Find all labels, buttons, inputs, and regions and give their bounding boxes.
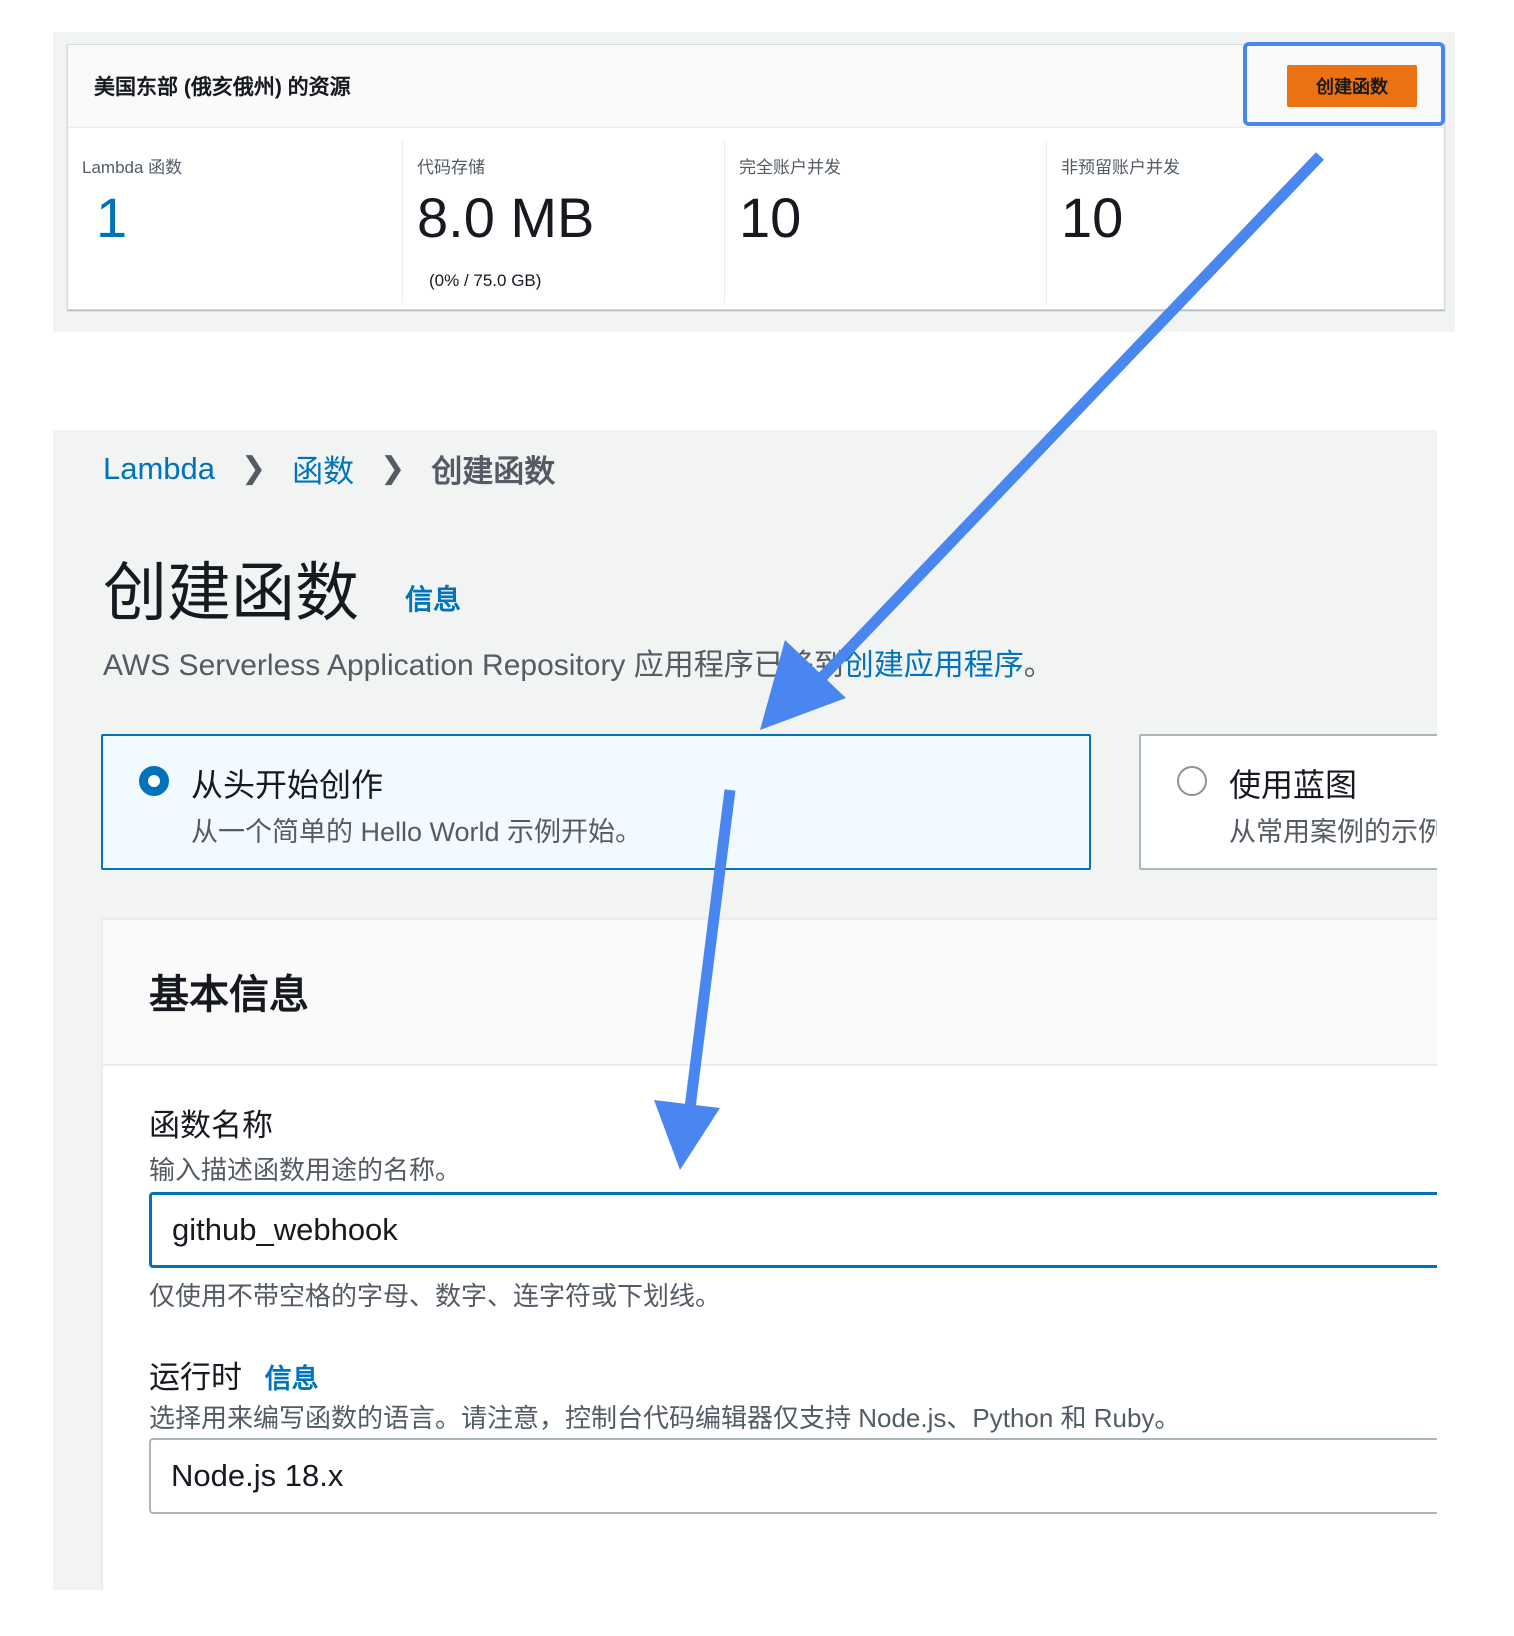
resources-title: 美国东部 (俄亥俄州) 的资源 [94,76,351,99]
basic-info-panel: 基本信息 函数名称 输入描述函数用途的名称。 github_webhook 仅使… [101,918,1437,1590]
runtime-label: 运行时 信息 [149,1352,319,1397]
notice-end: 。 [1023,649,1054,682]
option-desc: 从一个简单的 Hello World 示例开始。 [191,817,643,847]
metric-value: 10 [1061,186,1124,249]
metric-value: 10 [739,186,802,249]
breadcrumb-functions[interactable]: 函数 [292,446,354,491]
runtime-desc: 选择用来编写函数的语言。请注意，控制台代码编辑器仅支持 Node.js、Pyth… [149,1403,1181,1433]
metric-subtext: (0% / 75.0 GB) [429,271,542,290]
resources-card: 美国东部 (俄亥俄州) 的资源 创建函数 Lambda 函数 1 代码存储 8.… [67,44,1445,310]
radio-selected-icon[interactable] [139,766,169,796]
resources-header: 美国东部 (俄亥俄州) 的资源 创建函数 [68,45,1444,128]
create-function-page: Lambda ❯ 函数 ❯ 创建函数 创建函数 信息 AWS Serverles… [53,430,1437,1590]
notice-text: AWS Serverless Application Repository 应用… [103,640,1054,684]
breadcrumb-current: 创建函数 [431,454,556,489]
metric-value-link[interactable]: 1 [96,185,127,250]
chevron-right-icon: ❯ [241,452,267,485]
notice-body: AWS Serverless Application Repository 应用… [103,649,844,682]
metric-lambda-functions: Lambda 函数 1 [68,141,388,303]
metric-label: 完全账户并发 [739,158,841,177]
option-use-blueprint[interactable]: 使用蓝图 从常用案例的示例 [1139,734,1437,870]
metric-label: 非预留账户并发 [1061,158,1180,177]
runtime-label-text: 运行时 [149,1360,242,1395]
basic-info-header: 基本信息 [103,920,1437,1066]
option-author-from-scratch[interactable]: 从头开始创作 从一个简单的 Hello World 示例开始。 [101,734,1091,870]
function-name-input[interactable]: github_webhook [149,1192,1437,1268]
metric-code-storage: 代码存储 8.0 MB (0% / 75.0 GB) [402,141,723,303]
function-name-label: 函数名称 [149,1108,273,1143]
breadcrumb-lambda[interactable]: Lambda [103,451,215,487]
highlight-box [1243,42,1445,126]
option-title: 使用蓝图 [1229,767,1358,803]
option-desc: 从常用案例的示例 [1229,817,1437,847]
page-title: 创建函数 [103,557,359,629]
function-name-desc: 输入描述函数用途的名称。 [149,1155,462,1185]
radio-unselected-icon[interactable] [1177,766,1207,796]
create-application-link[interactable]: 创建应用程序 [844,649,1024,682]
option-title: 从头开始创作 [191,767,384,803]
function-name-hint: 仅使用不带空格的字母、数字、连字符或下划线。 [149,1281,722,1311]
metric-unreserved-concurrency: 非预留账户并发 10 [1046,141,1367,303]
metric-label: Lambda 函数 [82,158,183,177]
chevron-right-icon: ❯ [380,452,406,485]
basic-info-title: 基本信息 [149,973,309,1017]
runtime-select[interactable]: Node.js 18.x [149,1438,1437,1514]
info-link[interactable]: 信息 [405,578,461,618]
metric-label: 代码存储 [417,158,485,177]
breadcrumb: Lambda ❯ 函数 ❯ 创建函数 [103,446,555,491]
runtime-info-link[interactable]: 信息 [265,1364,319,1394]
metric-full-concurrency: 完全账户并发 10 [724,141,1045,303]
metric-value: 8.0 MB [417,186,595,249]
